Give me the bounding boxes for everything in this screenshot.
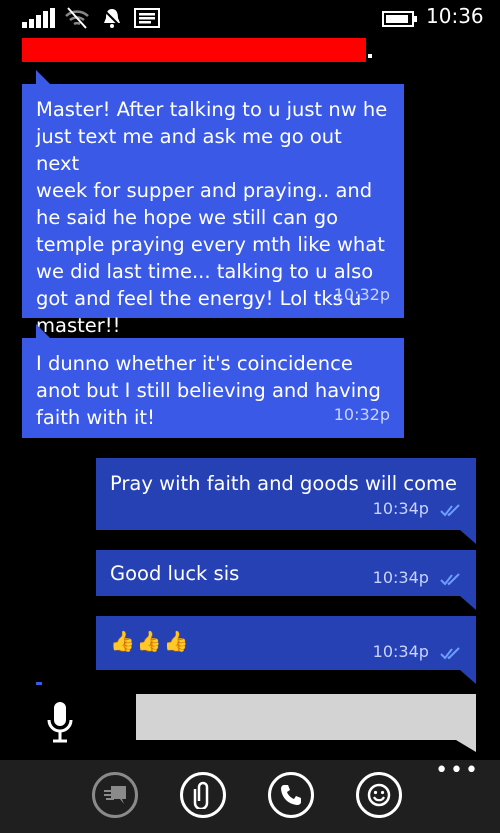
message-icon — [134, 8, 160, 28]
smiley-icon — [367, 783, 391, 807]
read-ticks-icon — [440, 572, 460, 586]
wifi-icon — [65, 7, 89, 29]
more-options-button[interactable]: ••• — [435, 760, 480, 782]
message-bubble-incoming[interactable]: I dunno whether it's coincidence anot bu… — [22, 338, 404, 438]
phone-icon — [281, 785, 301, 805]
status-time: 10:36 — [426, 4, 484, 28]
attach-button[interactable] — [180, 772, 226, 818]
bubble-tail — [36, 324, 50, 338]
signal-icon — [22, 8, 55, 28]
message-bubble-outgoing[interactable]: Pray with faith and goods will come 10:3… — [96, 458, 476, 530]
thumbs-up-emoji: 👍👍👍 — [110, 629, 191, 653]
typing-indicator — [36, 682, 42, 685]
emoji-button[interactable] — [356, 772, 402, 818]
message-bubble-incoming[interactable]: Master! After talking to u just nw he ju… — [22, 84, 404, 337]
message-text: Pray with faith and goods will come — [110, 472, 458, 495]
battery-icon — [382, 11, 417, 27]
message-time: 10:32p — [333, 285, 390, 304]
bubble-tail — [36, 70, 50, 84]
bubble-tail — [460, 596, 476, 610]
bubble-tail — [460, 670, 476, 684]
message-time: 10:34p — [372, 642, 429, 661]
switch-chat-button[interactable] — [92, 772, 138, 818]
read-ticks-icon — [440, 646, 460, 660]
message-time-row: 10:34p — [373, 638, 462, 665]
message-time: 10:32p — [333, 405, 390, 424]
contact-name-redaction — [22, 38, 366, 62]
paperclip-icon — [193, 781, 209, 809]
message-bubble-outgoing[interactable]: 👍👍👍 10:34p — [96, 616, 476, 670]
message-input[interactable] — [136, 694, 476, 740]
app-bar: ••• — [0, 760, 500, 833]
message-time-row: 10:34p — [373, 564, 462, 591]
message-time-row: 10:34p — [373, 495, 462, 522]
message-time: 10:34p — [372, 568, 429, 587]
redaction-dot — [368, 54, 372, 58]
speech-bubble-icon — [104, 786, 126, 804]
microphone-icon[interactable] — [46, 700, 74, 744]
message-text: Good luck sis — [110, 562, 240, 585]
message-bubble-outgoing[interactable]: Good luck sis 10:34p — [96, 550, 476, 596]
compose-tail — [456, 740, 476, 752]
bell-icon — [101, 7, 123, 29]
read-ticks-icon — [440, 503, 460, 517]
message-time: 10:34p — [372, 499, 429, 518]
call-button[interactable] — [268, 772, 314, 818]
status-bar: 10:36 — [0, 0, 500, 36]
bubble-tail — [460, 530, 476, 544]
